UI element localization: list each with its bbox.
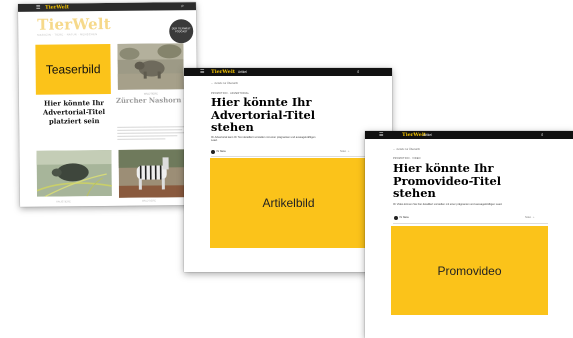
back-link[interactable]: ← zurück zur Übersicht xyxy=(211,82,238,85)
back-link[interactable]: ← zurück zur Übersicht xyxy=(393,148,420,151)
promo-video-article-card: ☰ TierWelt Artikel ⌕ ← zurück zur Übersi… xyxy=(365,131,573,338)
article-kicker: PROMOTION · VIDEO xyxy=(393,157,421,160)
divider xyxy=(211,156,366,157)
author-line: Ihr Name xyxy=(394,216,409,220)
search-icon[interactable]: ⌕ xyxy=(181,3,184,9)
turtle-photo[interactable] xyxy=(36,149,112,197)
caption-left: HAUSTIERE xyxy=(56,200,71,204)
menu-icon[interactable]: ☰ xyxy=(36,5,41,11)
article-lead: Ihr Video können Sie hier detailliert vo… xyxy=(393,203,503,206)
author-name: Ihr Name xyxy=(216,151,226,153)
top-navigation-bar: ☰ TierWelt Artikel ⌕ xyxy=(365,131,573,139)
promo-video-placeholder[interactable]: Promovideo xyxy=(391,226,548,315)
article-image-placeholder[interactable]: Artikelbild xyxy=(210,158,367,248)
article-lead: Ihr Advertorial kann Ihr Text detaillier… xyxy=(211,136,316,143)
share-button[interactable]: Teilen · ⟂ xyxy=(525,217,535,219)
topbar-brand[interactable]: TierWelt xyxy=(211,69,235,75)
author-name: Ihr Name xyxy=(399,217,409,219)
story-text-lines xyxy=(117,126,186,141)
article-title: Hier könnte Ihr Promovideo-Titel stehen xyxy=(393,161,502,200)
avatar-icon xyxy=(211,150,215,154)
author-line: Ihr Name xyxy=(211,150,226,154)
teaser-title[interactable]: Hier könnte Ihr Advertorial-Titel platzi… xyxy=(34,99,114,127)
nav-link-artikel[interactable]: Artikel xyxy=(423,133,432,137)
nav-link-artikel[interactable]: Artikel xyxy=(238,70,247,74)
top-navigation-bar: ☰ TierWelt Artikel ⌕ xyxy=(184,68,392,76)
brand-logo[interactable]: TierWelt xyxy=(37,15,111,34)
divider xyxy=(393,223,548,224)
share-button[interactable]: Teilen · ⟂ xyxy=(340,151,350,153)
avatar-icon xyxy=(394,216,398,220)
advertorial-article-card: ☰ TierWelt Artikel ⌕ ← zurück zur Übersi… xyxy=(184,68,392,272)
story-title[interactable]: Zürcher Nashorn frischt Genpool in Ruand… xyxy=(116,95,198,106)
search-icon[interactable]: ⌕ xyxy=(541,132,544,137)
menu-icon[interactable]: ☰ xyxy=(200,69,204,75)
rhino-photo[interactable] xyxy=(117,43,184,90)
article-title: Hier könnte Ihr Advertorial-Titel stehen xyxy=(211,95,316,134)
teaser-overview-card: ☰ TierWelt ⌕ TierWelt MAGAZIN · TIERE · … xyxy=(17,2,199,207)
teaser-image-placeholder[interactable]: Teaserbild xyxy=(35,43,111,95)
brand-tagline: MAGAZIN · TIERE · NATUR · MENSCHEN xyxy=(37,33,98,37)
menu-icon[interactable]: ☰ xyxy=(379,132,383,138)
zebra-photo[interactable] xyxy=(118,149,185,198)
top-navigation-bar: ☰ TierWelt ⌕ xyxy=(17,2,197,12)
topbar-brand[interactable]: TierWelt xyxy=(45,4,69,10)
caption-right: WILDTIERE xyxy=(141,199,157,203)
podcast-badge[interactable]: DER TIERWELT PODCAST xyxy=(169,19,194,44)
search-icon[interactable]: ⌕ xyxy=(357,69,360,74)
